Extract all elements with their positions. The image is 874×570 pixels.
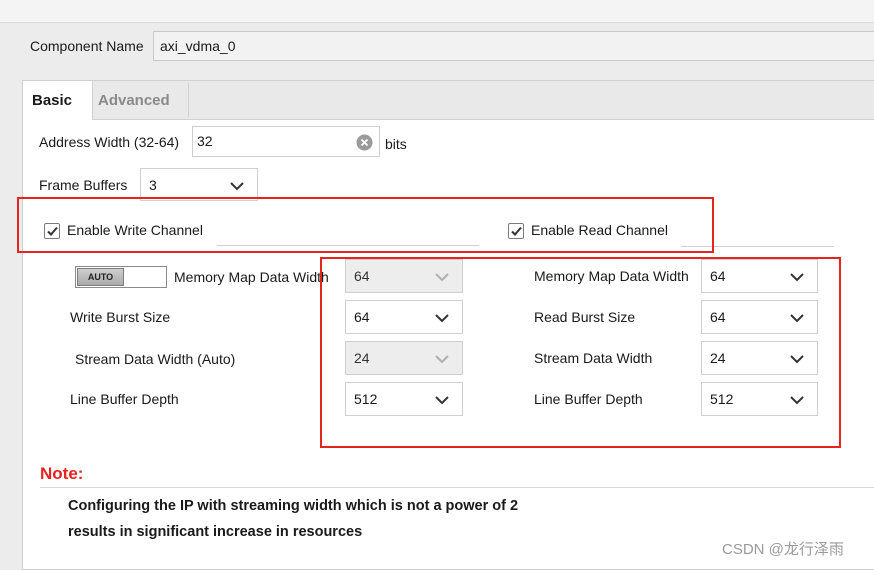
tab-separator (188, 83, 189, 117)
note-text-line1: Configuring the IP with streaming width … (68, 498, 519, 514)
watermark: CSDN @龙行泽雨 (722, 541, 844, 558)
write-stream-width-label: Stream Data Width (Auto) (75, 351, 236, 367)
address-width-label: Address Width (32-64) (39, 134, 180, 150)
address-width-unit: bits (385, 136, 407, 152)
frame-buffers-label: Frame Buffers (39, 177, 128, 193)
write-mm-data-width-label: Memory Map Data Width (174, 269, 329, 285)
address-width-input[interactable]: 32 (192, 126, 380, 157)
auto-toggle-knob: AUTO (77, 268, 124, 286)
highlight-box-channels (17, 197, 714, 253)
write-burst-size-label: Write Burst Size (70, 309, 171, 325)
tab-basic[interactable]: Basic (23, 81, 93, 120)
chevron-down-icon (230, 182, 244, 191)
tab-advanced[interactable]: Advanced (98, 92, 170, 109)
component-name-label: Component Name (30, 38, 144, 54)
frame-buffers-value: 3 (149, 177, 157, 193)
note-title: Note: (40, 464, 84, 483)
address-width-value: 32 (197, 133, 213, 149)
highlight-box-settings (320, 257, 841, 448)
top-strip (0, 0, 874, 23)
component-name-input[interactable]: axi_vdma_0 (153, 31, 874, 61)
write-line-buffer-label: Line Buffer Depth (70, 391, 179, 407)
note-divider (40, 487, 874, 488)
note-text-line2: results in significant increase in resou… (68, 524, 363, 540)
auto-toggle[interactable]: AUTO (75, 266, 167, 288)
clear-circle-icon[interactable] (356, 134, 373, 151)
